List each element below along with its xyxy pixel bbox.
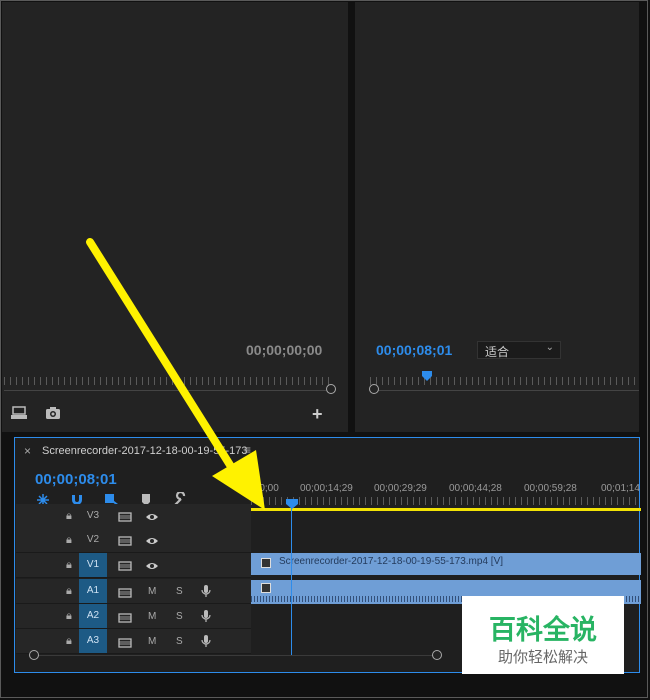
watermark: 百科全说 助你轻松解决 [462,596,624,674]
arrow-annotation [86,238,265,510]
watermark-subtitle: 助你轻松解决 [497,649,588,666]
watermark-title: 百科全说 [489,615,597,645]
